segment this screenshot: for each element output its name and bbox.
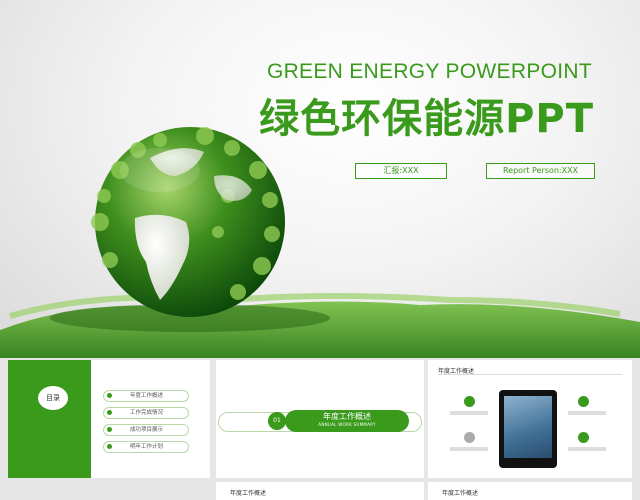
thumbnail-section[interactable]: 01 年度工作概述 ANNUAL WORK SUMMARY bbox=[216, 360, 424, 478]
thumbnail-contents[interactable]: 目录 年度工作概述 工作完成情况 成功项目展示 明年工作计划 bbox=[8, 360, 210, 478]
menu-item: 成功项目展示 bbox=[103, 424, 189, 436]
thumbnail-header: 年度工作概述 bbox=[442, 490, 479, 497]
thumbnail-next-1[interactable]: 年度工作概述 bbox=[216, 482, 424, 500]
reporter-box: 汇报:XXX bbox=[355, 163, 447, 179]
globe-illustration bbox=[0, 127, 640, 358]
section-title: 年度工作概述 bbox=[323, 412, 371, 421]
section-title-pill: 年度工作概述 ANNUAL WORK SUMMARY bbox=[285, 410, 409, 432]
placeholder-text bbox=[568, 447, 606, 451]
english-title: GREEN ENERGY POWERPOINT bbox=[266, 60, 592, 83]
section-subtitle: ANNUAL WORK SUMMARY bbox=[318, 422, 376, 427]
bullet-icon bbox=[107, 393, 112, 398]
menu-item: 工作完成情况 bbox=[103, 407, 189, 419]
slide-thumbnails: 目录 年度工作概述 工作完成情况 成功项目展示 明年工作计划 01 年度工作概述… bbox=[0, 358, 640, 500]
pen-icon bbox=[578, 396, 589, 407]
gear-icon bbox=[464, 432, 475, 443]
section-number: 01 bbox=[268, 412, 286, 430]
menu-item: 明年工作计划 bbox=[103, 441, 189, 453]
chart-icon bbox=[464, 396, 475, 407]
header-divider bbox=[438, 374, 622, 375]
bullet-icon bbox=[107, 410, 112, 415]
clock-icon bbox=[578, 432, 589, 443]
placeholder-text bbox=[450, 411, 488, 415]
placeholder-text bbox=[568, 411, 606, 415]
tablet-image bbox=[499, 390, 557, 468]
thumbnail-next-2[interactable]: 年度工作概述 bbox=[428, 482, 632, 500]
thumbnail-header: 年度工作概述 bbox=[230, 490, 267, 497]
menu-item: 年度工作概述 bbox=[103, 390, 189, 402]
bullet-icon bbox=[107, 444, 112, 449]
contents-circle: 目录 bbox=[38, 386, 68, 410]
thumbnail-overview[interactable]: 年度工作概述 bbox=[428, 360, 632, 478]
bullet-icon bbox=[107, 427, 112, 432]
title-slide[interactable]: GREEN ENERGY POWERPOINT 绿色环保能源PPT 汇报:XXX… bbox=[0, 0, 640, 358]
chinese-title: 绿色环保能源PPT bbox=[259, 96, 594, 142]
report-person-box: Report Person:XXX bbox=[486, 163, 595, 179]
contents-menu: 年度工作概述 工作完成情况 成功项目展示 明年工作计划 bbox=[103, 390, 189, 458]
placeholder-text bbox=[450, 447, 488, 451]
green-sidebar bbox=[8, 360, 91, 478]
